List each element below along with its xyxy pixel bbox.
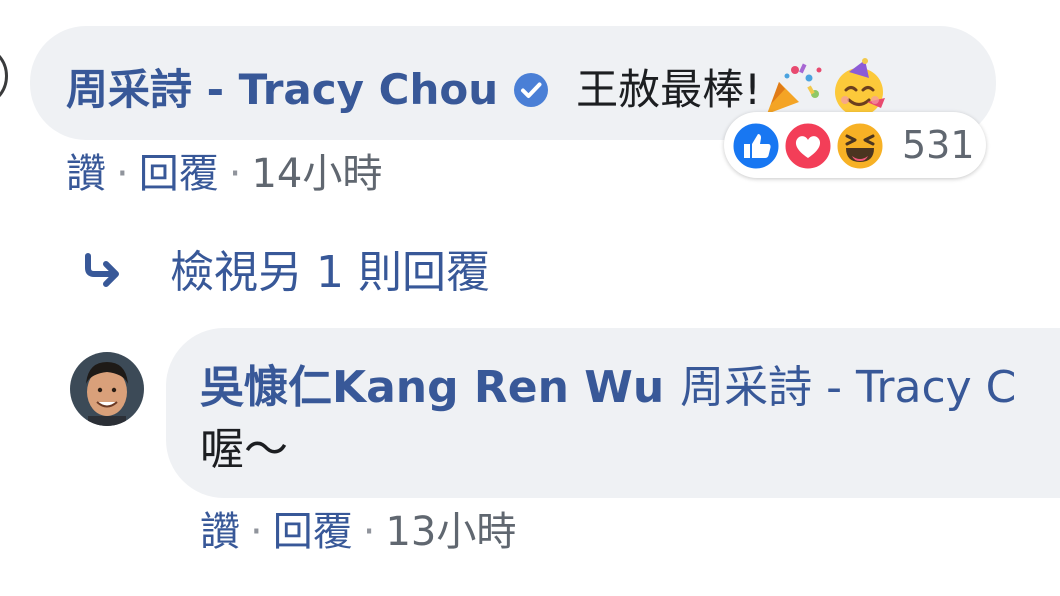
reaction-count: 531 xyxy=(902,123,975,167)
haha-reaction-icon xyxy=(834,120,886,176)
reply-text: 喔～ xyxy=(200,424,288,475)
like-link[interactable]: 讚 xyxy=(200,509,240,555)
reactions-summary[interactable]: 531 xyxy=(724,112,986,178)
reply-link[interactable]: 回覆 xyxy=(139,151,219,197)
comment-actions: 讚 · 回覆 · 14小時 xyxy=(66,154,382,194)
separator: · xyxy=(250,509,263,555)
reply-author-avatar[interactable] xyxy=(70,352,144,426)
separator: · xyxy=(116,151,129,197)
commenter-avatar[interactable] xyxy=(0,44,8,108)
reply-header: 吳慷仁Kang Ren Wu 周采詩 - Tracy C xyxy=(200,366,1016,410)
reply-link[interactable]: 回覆 xyxy=(273,509,353,555)
comment-timestamp[interactable]: 14小時 xyxy=(251,151,382,197)
view-more-replies[interactable]: 檢視另 1 則回覆 xyxy=(80,248,490,298)
verified-badge-icon xyxy=(512,71,550,109)
comment-author-name[interactable]: 周采詩 - Tracy Chou xyxy=(66,69,498,111)
love-reaction-icon xyxy=(782,120,834,176)
separator: · xyxy=(228,151,242,197)
reply-arrow-icon xyxy=(80,248,126,298)
comment-thread: 周采詩 - Tracy Chou 王赦最棒! 531 讚 · 回覆 · 14小時… xyxy=(0,0,1060,596)
party-popper-icon xyxy=(765,60,823,120)
reply-timestamp[interactable]: 13小時 xyxy=(385,509,516,555)
comment-text: 王赦最棒! xyxy=(576,65,761,114)
separator: · xyxy=(362,509,376,555)
reply-actions: 讚 · 回覆 · 13小時 xyxy=(200,512,516,552)
like-reaction-icon xyxy=(730,120,782,176)
like-link[interactable]: 讚 xyxy=(66,151,106,197)
reply-author-name[interactable]: 吳慷仁Kang Ren Wu xyxy=(200,366,664,410)
reply-bubble xyxy=(166,328,1060,498)
reply-mention-tag[interactable]: 周采詩 - Tracy C xyxy=(680,366,1016,410)
view-more-replies-label[interactable]: 檢視另 1 則回覆 xyxy=(170,251,490,295)
